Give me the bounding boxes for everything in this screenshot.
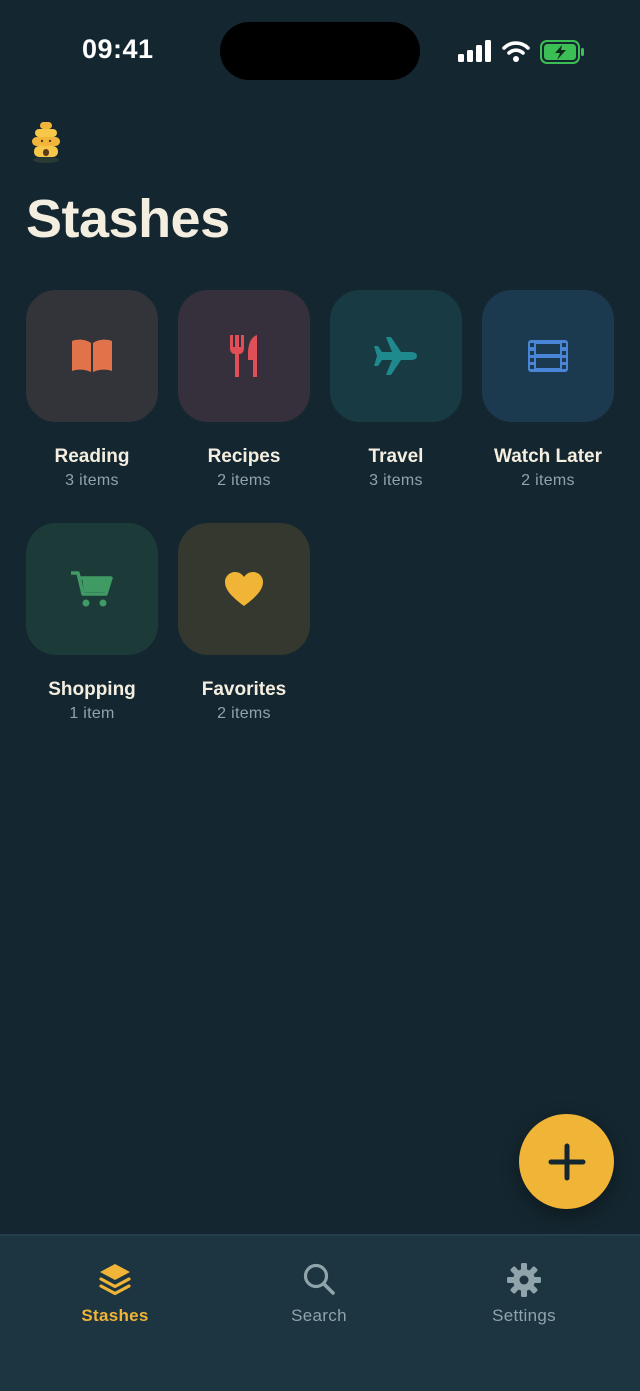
fork-knife-icon (230, 335, 257, 377)
stash-name: Favorites (201, 679, 287, 700)
tab-search[interactable]: Search (239, 1262, 399, 1332)
add-stash-button[interactable] (519, 1114, 614, 1209)
tab-label: Search (291, 1306, 347, 1325)
tab-bar: Stashes Search Settings (0, 1234, 640, 1391)
stash-icon-box (330, 290, 462, 422)
tab-label: Stashes (81, 1306, 149, 1325)
airplane-icon (374, 337, 417, 375)
signal-icon (458, 40, 491, 62)
heart-icon (225, 572, 263, 606)
page-title: Stashes (26, 189, 230, 249)
stash-icon-box (482, 290, 614, 422)
stash-icon-box (26, 523, 158, 655)
dynamic-island (220, 22, 420, 80)
stash-count: 3 items (65, 472, 119, 489)
stash-tile-watch-later[interactable]: Watch Later 2 items (472, 290, 624, 510)
status-bar: 09:41 (0, 0, 640, 100)
film-icon (528, 340, 568, 372)
beehive-logo-icon (32, 122, 60, 163)
search-icon (303, 1263, 335, 1295)
stash-count: 1 item (69, 705, 115, 722)
tab-stashes[interactable]: Stashes (35, 1262, 195, 1332)
plus-icon (548, 1143, 585, 1180)
stash-icon-box (178, 523, 310, 655)
stash-count: 3 items (369, 472, 423, 489)
tab-label: Settings (492, 1306, 556, 1325)
tab-settings[interactable]: Settings (444, 1262, 604, 1332)
stash-count: 2 items (217, 472, 271, 489)
battery-icon (540, 40, 584, 64)
stash-name: Recipes (207, 446, 281, 467)
stash-icon-box (26, 290, 158, 422)
wifi-icon (502, 41, 530, 62)
stash-name: Travel (368, 446, 424, 467)
stash-tile-recipes[interactable]: Recipes 2 items (168, 290, 320, 510)
stash-name: Watch Later (493, 446, 603, 467)
stash-tile-travel[interactable]: Travel 3 items (320, 290, 472, 510)
cart-icon (71, 571, 113, 607)
book-icon (72, 339, 112, 372)
stash-icon-box (178, 290, 310, 422)
gear-icon (507, 1263, 541, 1297)
stack-icon (99, 1264, 131, 1296)
status-time: 09:41 (82, 34, 154, 64)
stash-name: Shopping (48, 679, 136, 700)
stash-count: 2 items (217, 705, 271, 722)
stash-tile-reading[interactable]: Reading 3 items (16, 290, 168, 510)
stash-tile-favorites[interactable]: Favorites 2 items (168, 523, 320, 743)
stash-tile-shopping[interactable]: Shopping 1 item (16, 523, 168, 743)
stash-name: Reading (54, 446, 130, 467)
stash-count: 2 items (521, 472, 575, 489)
